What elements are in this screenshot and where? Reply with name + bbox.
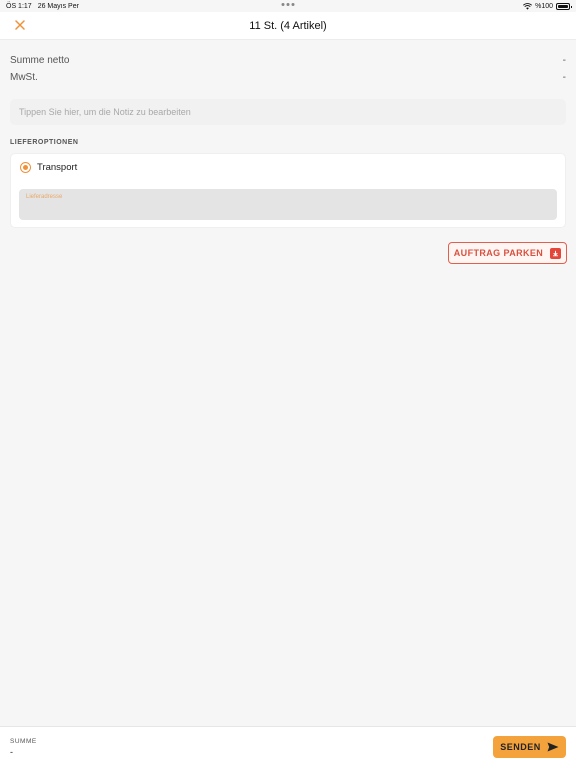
wifi-icon	[523, 2, 533, 10]
delivery-section-label: LIEFEROPTIONEN	[10, 139, 79, 146]
vat-label: MwSt.	[10, 72, 38, 83]
total-value: -	[10, 747, 13, 757]
delivery-address-field[interactable]: Lieferadresse	[19, 189, 557, 220]
total-label: SUMME	[10, 738, 37, 745]
send-label: SENDEN	[500, 742, 541, 752]
vat-value: -	[562, 72, 566, 83]
delivery-address-label: Lieferadresse	[26, 194, 63, 200]
note-placeholder: Tippen Sie hier, um die Notiz zu bearbei…	[19, 107, 191, 117]
vat-row: MwSt. -	[10, 69, 566, 86]
net-total-row: Summe netto -	[10, 52, 566, 69]
nav-bar: 11 St. (4 Artikel)	[0, 12, 576, 40]
status-bar: ÖS 1:17 26 Mayıs Per %100	[0, 0, 576, 12]
send-button[interactable]: SENDEN	[493, 736, 566, 758]
note-input[interactable]: Tippen Sie hier, um die Notiz zu bearbei…	[10, 99, 566, 125]
order-summary: Summe netto - MwSt. -	[10, 52, 566, 86]
park-order-button[interactable]: AUFTRAG PARKEN	[448, 242, 567, 264]
archive-box-icon	[550, 247, 562, 259]
delivery-options-card: Transport Lieferadresse	[10, 153, 566, 228]
close-button[interactable]	[11, 16, 29, 34]
send-arrow-icon	[547, 742, 559, 752]
park-order-label: AUFTRAG PARKEN	[453, 248, 544, 258]
status-time: ÖS 1:17	[6, 2, 32, 10]
battery-percent: %100	[535, 2, 553, 10]
status-date: 26 Mayıs Per	[37, 2, 79, 10]
bottom-bar: SUMME - SENDEN	[0, 726, 576, 768]
delivery-option-label: Transport	[37, 161, 78, 173]
net-total-value: -	[562, 55, 566, 66]
multitasking-dots-icon[interactable]	[281, 3, 295, 6]
net-total-label: Summe netto	[10, 55, 70, 66]
radio-selected-icon[interactable]	[20, 161, 31, 173]
battery-icon	[556, 2, 572, 10]
delivery-option-transport[interactable]: Transport	[20, 160, 77, 174]
page-title: 11 St. (4 Artikel)	[249, 19, 327, 32]
close-icon	[15, 20, 25, 30]
